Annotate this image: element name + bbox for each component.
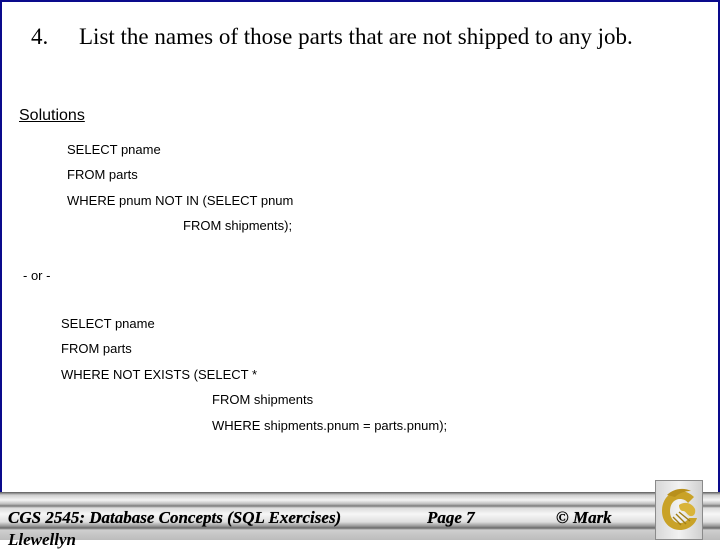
code-line: FROM parts — [61, 341, 132, 356]
footer-course: CGS 2545: Database Concepts (SQL Exercis… — [8, 508, 342, 527]
question-text: List the names of those parts that are n… — [79, 24, 633, 49]
code-line: SELECT pname — [61, 316, 155, 331]
code-line: FROM shipments — [212, 392, 314, 407]
logo-box — [655, 480, 703, 540]
footer-copyright: © Mark — [556, 508, 612, 527]
code-line: WHERE shipments.pnum = parts.pnum); — [212, 418, 448, 433]
footer-author-overflow: Llewellyn — [8, 530, 76, 549]
solutions-label: Solutions — [19, 107, 85, 124]
footer-page: Page 7 — [427, 508, 475, 527]
pegasus-logo-icon — [662, 488, 697, 530]
code-line: FROM parts — [67, 167, 138, 182]
code-line: WHERE pnum NOT IN (SELECT pnum — [67, 193, 294, 208]
or-separator: - or - — [23, 268, 51, 283]
code-line: FROM shipments); — [183, 218, 293, 233]
question-number: 4. — [31, 24, 49, 49]
code-line: WHERE NOT EXISTS (SELECT * — [61, 367, 258, 382]
code-line: SELECT pname — [67, 142, 161, 157]
